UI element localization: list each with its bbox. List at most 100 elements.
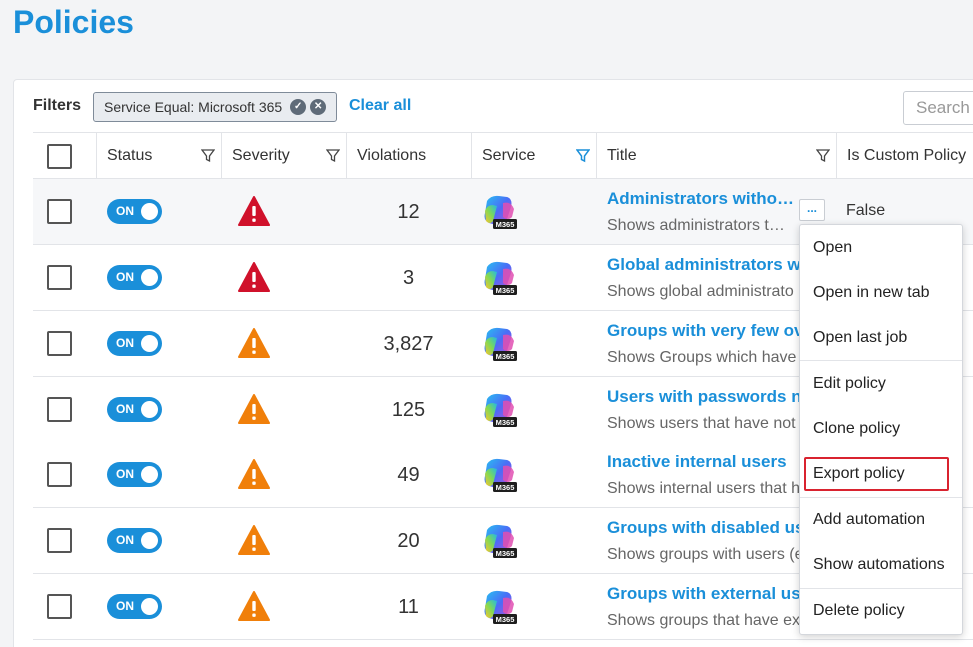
violations-count: 125 <box>391 399 426 421</box>
filter-icon[interactable] <box>816 149 830 163</box>
severity-warning-icon <box>238 525 270 555</box>
toggle-knob <box>141 532 158 549</box>
filters-label: Filters <box>33 97 82 114</box>
row-checkbox[interactable] <box>47 462 72 487</box>
toggle-knob <box>141 598 158 615</box>
status-toggle-label: ON <box>116 270 134 284</box>
row-checkbox[interactable] <box>47 199 72 224</box>
menu-item-open-new-tab[interactable]: Open in new tab <box>800 270 962 315</box>
row-checkbox[interactable] <box>47 397 72 422</box>
column-title-label: Title <box>607 147 637 164</box>
microsoft-365-icon: M365 <box>484 195 517 229</box>
violations-count: 3 <box>402 267 415 289</box>
menu-item-show-automations[interactable]: Show automations <box>800 542 962 587</box>
svg-text:M365: M365 <box>496 352 515 361</box>
status-toggle-label: ON <box>116 336 134 350</box>
is-custom-policy-value: False <box>846 202 886 219</box>
column-custom-label: Is Custom Policy <box>847 147 967 164</box>
severity-warning-icon <box>238 196 270 226</box>
policy-title-link[interactable]: Administrators witho… <box>607 189 794 209</box>
svg-text:M365: M365 <box>496 615 515 624</box>
violations-count: 11 <box>398 596 419 618</box>
column-service-label: Service <box>482 147 536 164</box>
column-status[interactable]: Status <box>96 133 221 179</box>
status-toggle-label: ON <box>116 467 134 481</box>
check-icon[interactable]: ✓ <box>290 99 307 115</box>
row-checkbox[interactable] <box>47 331 72 356</box>
status-toggle-label: ON <box>116 204 134 218</box>
clear-all-link[interactable]: Clear all <box>349 97 411 115</box>
search-input[interactable] <box>903 91 973 125</box>
toggle-knob <box>141 401 158 418</box>
microsoft-365-icon: M365 <box>484 590 517 624</box>
menu-item-open[interactable]: Open <box>800 225 962 270</box>
toggle-knob <box>141 269 158 286</box>
policy-title-link[interactable]: Users with passwords n <box>607 387 802 407</box>
remove-icon[interactable]: ✕ <box>310 99 327 115</box>
severity-warning-icon <box>238 591 270 621</box>
policy-title-link[interactable]: Groups with external us <box>607 584 801 604</box>
menu-item-open-last-job[interactable]: Open last job <box>800 315 962 360</box>
status-toggle[interactable]: ON <box>107 594 162 619</box>
microsoft-365-icon: M365 <box>484 261 517 295</box>
policy-description: Shows administrators t… <box>607 217 785 234</box>
menu-item-edit-policy[interactable]: Edit policy <box>800 361 962 406</box>
status-toggle[interactable]: ON <box>107 397 162 422</box>
column-severity-label: Severity <box>232 147 290 164</box>
more-actions-button[interactable]: ... <box>799 199 825 221</box>
filter-icon[interactable] <box>201 149 215 163</box>
severity-warning-icon <box>238 459 270 489</box>
status-toggle[interactable]: ON <box>107 462 162 487</box>
microsoft-365-icon: M365 <box>484 458 517 492</box>
policy-description: Shows users that have not <box>607 415 796 432</box>
status-toggle[interactable]: ON <box>107 528 162 553</box>
column-violations[interactable]: Violations <box>346 133 471 179</box>
policy-description: Shows Groups which have <box>607 349 797 366</box>
menu-item-clone-policy[interactable]: Clone policy <box>800 406 962 451</box>
filter-chip-text: Service Equal: Microsoft 365 <box>104 99 283 115</box>
status-toggle-label: ON <box>116 533 134 547</box>
policy-title-link[interactable]: Groups with disabled us <box>607 518 804 538</box>
row-checkbox[interactable] <box>47 528 72 553</box>
policy-title-link[interactable]: Inactive internal users <box>607 452 787 472</box>
row-checkbox[interactable] <box>47 594 72 619</box>
svg-text:M365: M365 <box>496 549 515 558</box>
menu-item-add-automation[interactable]: Add automation <box>800 497 962 542</box>
toggle-knob <box>141 466 158 483</box>
row-checkbox[interactable] <box>47 265 72 290</box>
table-header: Status Severity Violations Service Title… <box>33 132 973 179</box>
column-status-label: Status <box>107 147 153 164</box>
highlight-box <box>804 457 949 491</box>
toggle-knob <box>141 203 158 220</box>
svg-text:M365: M365 <box>496 483 515 492</box>
toggle-knob <box>141 335 158 352</box>
policy-description: Shows groups that have ex <box>607 612 801 629</box>
filter-chip[interactable]: Service Equal: Microsoft 365 ✓ ✕ <box>93 92 337 122</box>
select-all-checkbox[interactable] <box>47 144 72 169</box>
severity-warning-icon <box>238 328 270 358</box>
svg-text:M365: M365 <box>496 418 515 427</box>
status-toggle[interactable]: ON <box>107 199 162 224</box>
column-severity[interactable]: Severity <box>221 133 346 179</box>
status-toggle-label: ON <box>116 402 134 416</box>
status-toggle[interactable]: ON <box>107 331 162 356</box>
page-title: Policies <box>13 4 134 40</box>
column-title[interactable]: Title <box>596 133 836 179</box>
violations-count: 20 <box>397 530 420 552</box>
svg-text:M365: M365 <box>496 220 515 229</box>
svg-text:M365: M365 <box>496 286 515 295</box>
column-is-custom-policy[interactable]: Is Custom Policy <box>836 133 973 179</box>
column-service[interactable]: Service <box>471 133 596 179</box>
severity-warning-icon <box>238 394 270 424</box>
column-violations-label: Violations <box>357 147 427 164</box>
status-toggle-label: ON <box>116 599 134 613</box>
status-toggle[interactable]: ON <box>107 265 162 290</box>
severity-warning-icon <box>238 262 270 292</box>
filter-icon[interactable] <box>326 149 340 163</box>
policy-title-link[interactable]: Groups with very few ov <box>607 321 804 341</box>
policy-title-link[interactable]: Global administrators w <box>607 255 801 275</box>
violations-count: 3,827 <box>383 333 434 355</box>
violations-count: 49 <box>397 464 420 486</box>
filter-active-icon[interactable] <box>576 149 590 163</box>
menu-item-delete-policy[interactable]: Delete policy <box>800 588 962 633</box>
